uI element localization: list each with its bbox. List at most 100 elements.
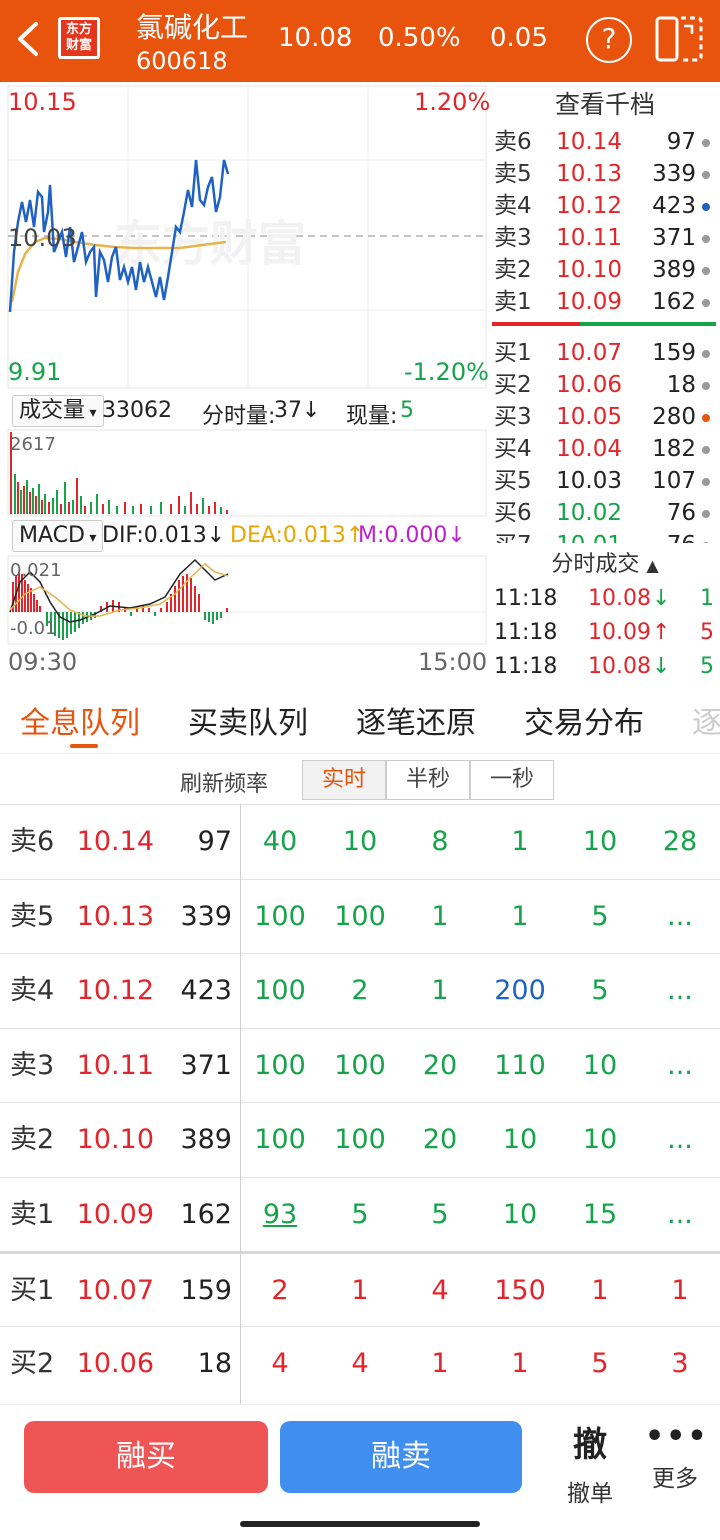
queue-order-cell[interactable]: 10 [560, 1103, 640, 1177]
buy-level-row[interactable]: 买3 10.05 280 [490, 401, 720, 433]
tab-bid-ask-queue[interactable]: 买卖队列 [188, 698, 308, 742]
queue-order-cell[interactable]: 1 [400, 954, 480, 1028]
buy-queue-row[interactable]: 买2 10.06 18 4 4 1 1 5 3 [0, 1325, 720, 1401]
buy-level-row[interactable]: 买4 10.04 182 [490, 433, 720, 465]
sell-queue-row[interactable]: 卖4 10.12 423 100 2 1 200 5... [0, 953, 720, 1027]
sell-queue-row[interactable]: 卖5 10.13 339 100 100 1 1 5... [0, 878, 720, 954]
refresh-half-second-option[interactable]: 半秒 [386, 760, 470, 800]
buy-level-row[interactable]: 买7 10.01 76 [490, 529, 720, 543]
queue-order-cell[interactable]: 1 [480, 805, 560, 879]
intraday-chart[interactable]: 东方财富 10.15 10.03 9.91 1.20% -1.20% 成交量 ▾… [0, 82, 490, 682]
queue-order-cell[interactable]: 10 [480, 1178, 560, 1252]
queue-order-cell[interactable]: 5 [560, 880, 640, 954]
queue-order-cell[interactable]: 5 [560, 954, 640, 1028]
cancel-order-button[interactable]: 撤 撤单 [560, 1417, 620, 1507]
buy-level-label: 买6 [494, 500, 532, 526]
sell-level-row[interactable]: 卖5 10.13 339 [490, 158, 720, 190]
queue-order-cell[interactable]: 20 [400, 1029, 480, 1103]
sell-level-row[interactable]: 卖4 10.12 423 [490, 190, 720, 222]
help-button[interactable]: ? [586, 17, 632, 63]
queue-order-cell[interactable]: 1 [480, 880, 560, 954]
queue-order-cell[interactable]: 20 [400, 1103, 480, 1177]
margin-sell-button[interactable]: 融卖 [280, 1421, 522, 1493]
sell-level-row[interactable]: 卖6 10.14 97 [490, 126, 720, 158]
sell-level-row[interactable]: 卖1 10.09 162 [490, 286, 720, 318]
buy-level-row[interactable]: 买5 10.03 107 [490, 465, 720, 497]
queue-order-cell[interactable]: 1 [320, 1254, 400, 1328]
queue-order-cell[interactable]: 100 [240, 1103, 320, 1177]
queue-order-cell[interactable]: 10 [320, 805, 400, 879]
queue-order-cell[interactable]: 1 [560, 1254, 640, 1328]
sell-level-row[interactable]: 卖2 10.10 389 [490, 254, 720, 286]
queue-order-cell[interactable]: 15 [560, 1178, 640, 1252]
queue-order-cell[interactable]: 100 [320, 1029, 400, 1103]
queue-order-cell[interactable]: 1 [640, 1254, 720, 1328]
buy-level-volume: 76 [666, 500, 696, 526]
sell-queue-row[interactable]: 卖2 10.10 389 100 100 20 10 10... [0, 1102, 720, 1176]
queue-order-cell[interactable]: 110 [480, 1029, 560, 1103]
queue-order-cell[interactable]: 2 [320, 954, 400, 1028]
queue-order-cell[interactable]: 200 [480, 954, 560, 1028]
queue-order-cell[interactable]: ... [640, 1029, 720, 1103]
tab-tick-restore[interactable]: 逐笔还原 [356, 698, 476, 742]
buy-level-row[interactable]: 买2 10.06 18 [490, 369, 720, 401]
queue-order-cell[interactable]: 100 [320, 880, 400, 954]
order-queue-table[interactable]: 卖6 10.14 97 40 10 8 1 10 28 卖5 10.13 339 100 100 1 1 5..… [0, 804, 720, 1404]
volume-selector[interactable]: 成交量 ▾ [12, 395, 104, 427]
tick-price: 10.08 [588, 654, 651, 679]
queue-order-cell[interactable]: 100 [320, 1103, 400, 1177]
queue-order-cell[interactable]: 8 [400, 805, 480, 879]
queue-level-price: 10.13 [76, 900, 154, 932]
queue-order-cell[interactable]: ... [640, 954, 720, 1028]
refresh-one-second-option[interactable]: 一秒 [470, 760, 554, 800]
queue-order-cell[interactable]: 10 [560, 1029, 640, 1103]
queue-order-cell[interactable]: 40 [240, 805, 320, 879]
queue-order-cell[interactable]: 3 [640, 1327, 720, 1401]
queue-order-cell[interactable]: 5 [560, 1327, 640, 1401]
queue-level-label: 卖4 [10, 975, 55, 1006]
sell-queue-row[interactable]: 卖3 10.11 371 100 100 20 110 10... [0, 1027, 720, 1103]
view-depth-button[interactable]: 查看千档 [490, 82, 720, 124]
queue-order-cell[interactable]: 2 [240, 1254, 320, 1328]
queue-order-cell[interactable]: ... [640, 1103, 720, 1177]
tick-trades-title[interactable]: 分时成交 ▲ [490, 547, 720, 583]
tab-trade-distribution[interactable]: 交易分布 [524, 698, 644, 742]
more-button[interactable]: ••• 更多 [645, 1417, 707, 1503]
tab-more-partial[interactable]: 逐 [692, 698, 720, 742]
queue-order-cell[interactable]: 100 [240, 954, 320, 1028]
queue-order-cell[interactable]: 10 [480, 1103, 560, 1177]
queue-order-cell[interactable]: 100 [240, 880, 320, 954]
sell-level-price: 10.12 [556, 193, 622, 219]
back-arrow-icon[interactable] [12, 18, 46, 60]
queue-order-cell[interactable]: ... [640, 880, 720, 954]
queue-order-cell[interactable]: 4 [400, 1254, 480, 1328]
sell-queue-row[interactable]: 卖6 10.14 97 40 10 8 1 10 28 [0, 804, 720, 878]
queue-order-cell[interactable]: 28 [640, 805, 720, 879]
buy-queue-row[interactable]: 买1 10.07 159 2 1 4 150 1 1 [0, 1251, 720, 1325]
queue-order-cell[interactable]: 150 [480, 1254, 560, 1328]
landscape-toggle-icon[interactable] [654, 14, 704, 64]
refresh-realtime-option[interactable]: 实时 [302, 760, 386, 800]
queue-order-cell[interactable]: 1 [480, 1327, 560, 1401]
queue-order-cell[interactable]: 93 [240, 1178, 320, 1252]
queue-order-cell[interactable]: 4 [320, 1327, 400, 1401]
buy-level-label: 买4 [494, 436, 532, 462]
sell-level-row[interactable]: 卖3 10.11 371 [490, 222, 720, 254]
buy-level-volume: 159 [652, 340, 696, 366]
buy-level-row[interactable]: 买6 10.02 76 [490, 497, 720, 529]
sell-queue-row[interactable]: 卖1 10.09 162 93 5 5 10 15... [0, 1176, 720, 1252]
queue-level-price: 10.12 [76, 975, 154, 1006]
queue-order-cell[interactable]: 1 [400, 1327, 480, 1401]
queue-order-cell[interactable]: 5 [320, 1178, 400, 1252]
queue-order-cell[interactable]: ... [640, 1178, 720, 1252]
queue-order-cell[interactable]: 1 [400, 880, 480, 954]
tab-full-queue[interactable]: 全息队列 [20, 698, 140, 742]
queue-order-cell[interactable]: 5 [400, 1178, 480, 1252]
queue-order-cell[interactable]: 10 [560, 805, 640, 879]
buy-level-volume: 107 [652, 468, 696, 494]
buy-level-row[interactable]: 买1 10.07 159 [490, 337, 720, 369]
macd-selector[interactable]: MACD ▾ [12, 520, 104, 552]
queue-order-cell[interactable]: 100 [240, 1029, 320, 1103]
queue-order-cell[interactable]: 4 [240, 1327, 320, 1401]
margin-buy-button[interactable]: 融买 [24, 1421, 268, 1493]
